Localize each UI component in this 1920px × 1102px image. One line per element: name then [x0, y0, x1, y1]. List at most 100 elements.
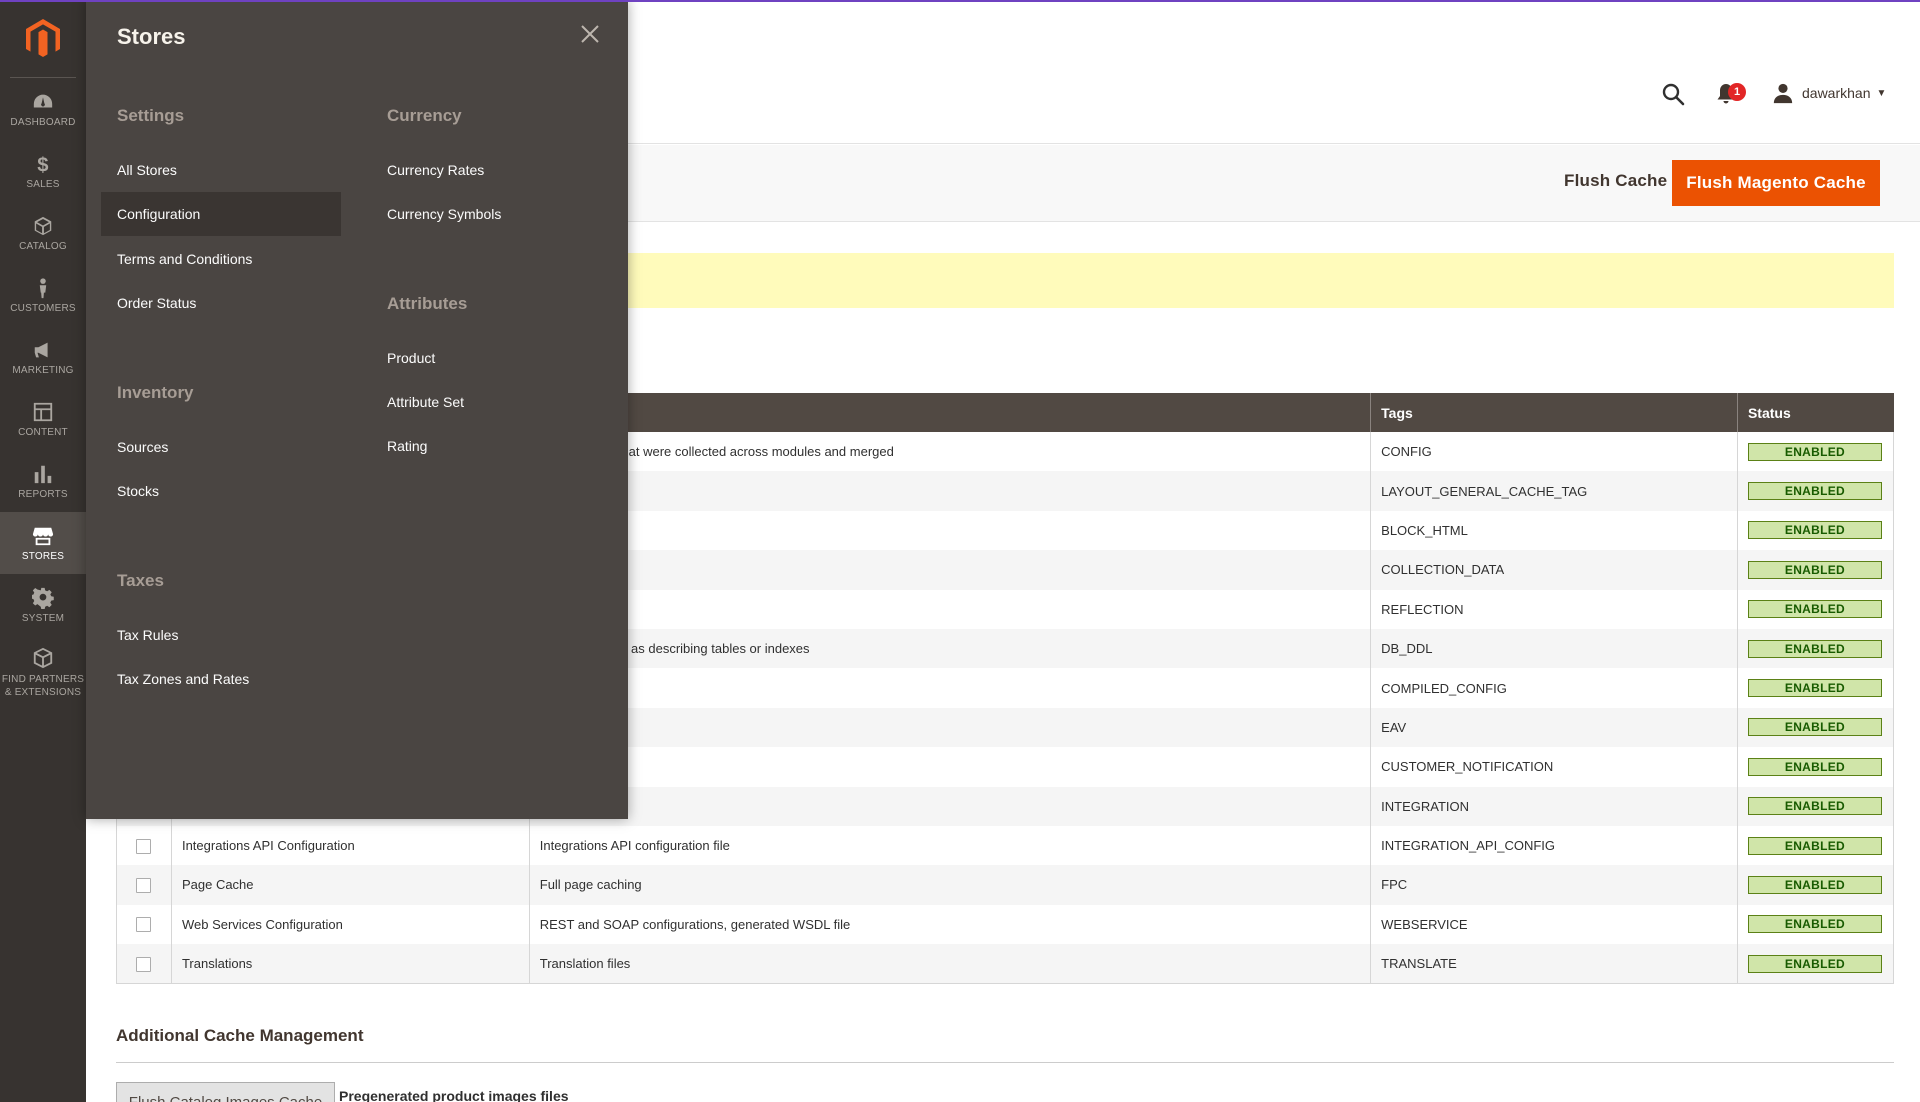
bar-chart-icon: [34, 465, 52, 483]
nav-item-reports[interactable]: REPORTS: [0, 450, 86, 512]
magento-logo[interactable]: [10, 0, 76, 78]
status-badge: ENABLED: [1747, 639, 1882, 658]
status-badge: ENABLED: [1747, 915, 1882, 934]
nav-label: FIND PARTNERS & EXTENSIONS: [1, 674, 85, 698]
tags-cell: TRANSLATE: [1370, 944, 1738, 984]
table-row[interactable]: Page Cache Full page caching FPC ENABLED: [116, 865, 1895, 905]
nav-label: STORES: [21, 550, 65, 562]
status-cell: ENABLED: [1736, 904, 1895, 945]
settings-group-title: Settings: [117, 106, 185, 125]
tags-cell: COMPILED_CONFIG: [1370, 668, 1738, 708]
description-cell: Translation files: [528, 944, 1371, 984]
status-badge: ENABLED: [1747, 757, 1882, 776]
status-cell: ENABLED: [1736, 944, 1895, 984]
nav-label: CONTENT: [18, 426, 68, 438]
nav-item-stores[interactable]: STORES: [0, 512, 86, 574]
row-checkbox[interactable]: [136, 956, 152, 972]
status-cell: ENABLED: [1736, 432, 1895, 472]
dashboard-icon: [33, 94, 53, 107]
top-accent-line: [0, 0, 1920, 2]
description-cell: fication: [528, 747, 1371, 787]
description-cell: Full page caching: [528, 865, 1371, 905]
menu-link-order-status[interactable]: Order Status: [101, 281, 341, 325]
flush-catalog-images-button[interactable]: Flush Catalog Images Cache: [116, 1082, 335, 1102]
status-badge: ENABLED: [1747, 482, 1882, 501]
description-cell: nfiguration file: [528, 786, 1371, 826]
status-column-header[interactable]: Status: [1736, 393, 1894, 432]
status-cell: ENABLED: [1736, 786, 1895, 826]
description-cell: g instructions: [528, 471, 1371, 511]
menu-link-rating[interactable]: Rating: [371, 424, 611, 468]
row-checkbox[interactable]: [136, 838, 152, 854]
row-select-cell: [116, 904, 172, 945]
nav-item-find-partners[interactable]: FIND PARTNERS & EXTENSIONS: [0, 636, 86, 710]
description-column-header: [528, 393, 1371, 432]
layout-icon: [33, 402, 53, 421]
menu-link-sources[interactable]: Sources: [101, 425, 341, 469]
cache-type-cell: Page Cache: [170, 865, 530, 905]
cache-type-cell: Integrations API Configuration: [170, 825, 530, 866]
nav-item-catalog[interactable]: CATALOG: [0, 202, 86, 264]
menu-link-currency-symbols[interactable]: Currency Symbols: [371, 192, 611, 236]
nav-item-sales[interactable]: $ SALES: [0, 140, 86, 202]
status-cell: ENABLED: [1736, 865, 1895, 905]
currency-group-title: Currency: [387, 106, 462, 125]
nav-item-content[interactable]: CONTENT: [0, 388, 86, 450]
taxes-group-title: Taxes: [117, 571, 164, 590]
row-checkbox[interactable]: [136, 917, 152, 933]
nav-label: CUSTOMERS: [10, 302, 76, 314]
status-cell: ENABLED: [1736, 707, 1895, 748]
menu-link-tax-rules[interactable]: Tax Rules: [101, 613, 341, 657]
status-badge: ENABLED: [1747, 560, 1882, 579]
nav-item-marketing[interactable]: MARKETING: [0, 326, 86, 388]
storefront-icon: [32, 527, 54, 545]
menu-link-product[interactable]: Product: [371, 336, 611, 380]
description-cell: TML: [528, 510, 1371, 551]
package-icon: [33, 647, 53, 669]
tags-column-header[interactable]: Tags: [1370, 393, 1738, 432]
tags-cell: INTEGRATION_API_CONFIG: [1370, 825, 1738, 866]
status-cell: ENABLED: [1736, 628, 1895, 669]
status-cell: ENABLED: [1736, 589, 1895, 629]
description-cell: n files: [528, 550, 1371, 590]
table-row[interactable]: Integrations API Configuration Integratio…: [116, 825, 1895, 866]
menu-link-configuration[interactable]: Configuration: [101, 192, 341, 236]
tags-cell: INTEGRATION: [1370, 786, 1738, 826]
nav-item-system[interactable]: SYSTEM: [0, 574, 86, 636]
tags-cell: EAV: [1370, 707, 1738, 748]
close-icon[interactable]: [578, 22, 602, 46]
nav-item-dashboard[interactable]: DASHBOARD: [0, 78, 86, 140]
flyout-title: Stores: [117, 24, 186, 49]
tags-cell: REFLECTION: [1370, 589, 1738, 629]
row-select-cell: [116, 825, 172, 866]
nav-item-customers[interactable]: CUSTOMERS: [0, 264, 86, 326]
description-cell: onfiguration: [528, 668, 1371, 708]
menu-link-tax-zones-and-rates[interactable]: Tax Zones and Rates: [101, 657, 341, 701]
status-cell: ENABLED: [1736, 471, 1895, 511]
tags-cell: CONFIG: [1370, 432, 1738, 472]
status-badge: ENABLED: [1747, 875, 1882, 894]
cache-type-cell: Translations: [170, 944, 530, 984]
status-cell: ENABLED: [1736, 825, 1895, 866]
svg-text:$: $: [37, 154, 48, 175]
row-checkbox[interactable]: [136, 878, 152, 894]
section-divider: [116, 1062, 1894, 1063]
flush-magento-cache-button[interactable]: Flush Magento Cache: [1672, 160, 1880, 206]
nav-label: CATALOG: [19, 240, 67, 252]
menu-link-stocks[interactable]: Stocks: [101, 469, 341, 513]
menu-link-currency-rates[interactable]: Currency Rates: [371, 148, 611, 192]
gear-icon: [32, 587, 54, 609]
description-cell: Integrations API configuration file: [528, 825, 1371, 866]
table-row[interactable]: Web Services Configuration REST and SOAP …: [116, 904, 1895, 945]
menu-link-attribute-set[interactable]: Attribute Set: [371, 380, 611, 424]
menu-link-all-stores[interactable]: All Stores: [101, 148, 341, 192]
cube-icon: [34, 216, 52, 235]
user-menu[interactable]: dawarkhan ▼: [1772, 82, 1886, 104]
table-row[interactable]: Translations Translation files TRANSLATE EN…: [116, 944, 1895, 984]
notification-count-badge: 1: [1728, 83, 1746, 101]
magento-logo-icon: [26, 18, 60, 57]
tags-cell: WEBSERVICE: [1370, 904, 1738, 945]
tags-cell: DB_DDL: [1370, 628, 1738, 669]
menu-link-terms-and-conditions[interactable]: Terms and Conditions: [101, 237, 341, 281]
search-icon[interactable]: [1661, 82, 1685, 106]
